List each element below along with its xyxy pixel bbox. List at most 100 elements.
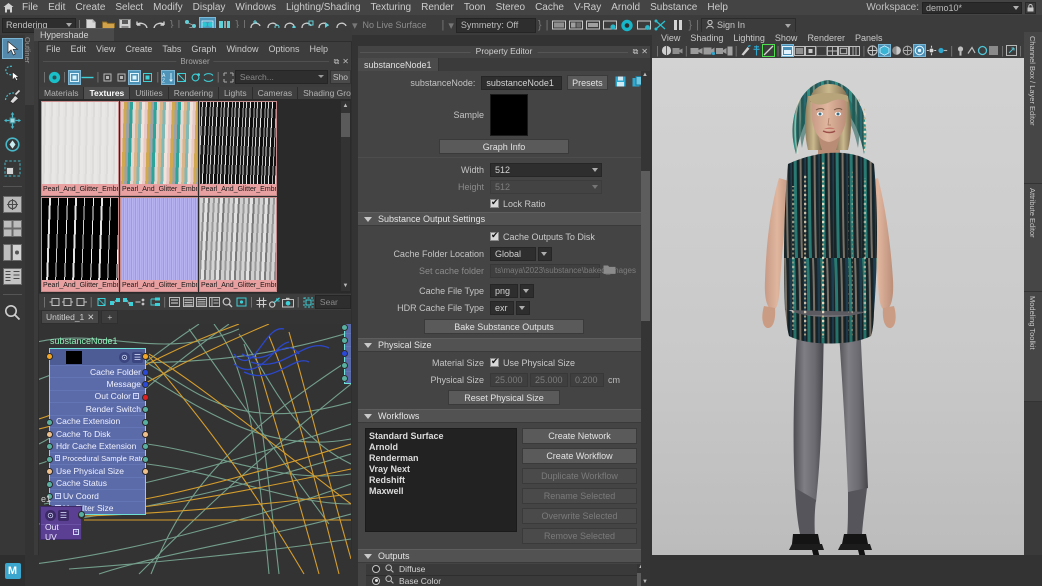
- close-icon[interactable]: ✕: [342, 57, 349, 67]
- node-row-uv-coord[interactable]: + Uv Coord: [50, 489, 145, 501]
- toggle-icon[interactable]: [652, 17, 669, 34]
- workflows-list[interactable]: Standard Surface Arnold Renderman Vray N…: [365, 428, 517, 532]
- node-port[interactable]: [46, 481, 53, 488]
- input-connections-icon[interactable]: [48, 295, 61, 310]
- expand-tree-icon[interactable]: [148, 295, 161, 310]
- menu-render[interactable]: Render: [416, 0, 459, 15]
- maya-m-icon[interactable]: M: [5, 563, 21, 579]
- viewport-canvas[interactable]: [652, 58, 1024, 555]
- film-gate-icon[interactable]: [977, 44, 988, 57]
- undock-icon[interactable]: ⧉: [633, 47, 639, 57]
- tab-attribute-editor[interactable]: Attribute Editor: [1024, 184, 1042, 292]
- set-cache-folder-input[interactable]: ts\maya\2023\substance\baked_images: [490, 264, 600, 278]
- select-camera-icon[interactable]: [661, 44, 672, 57]
- lights-icon[interactable]: [926, 44, 937, 57]
- symmetry-dropdown[interactable]: Symmetry: Off: [456, 18, 536, 33]
- screen-space-ao-icon[interactable]: [838, 44, 849, 57]
- frame-selected-icon[interactable]: [235, 295, 248, 310]
- hdr-cache-file-type-value[interactable]: exr: [490, 301, 514, 315]
- layout-two-pane[interactable]: [2, 242, 23, 263]
- output-row-base-color[interactable]: Base Color: [366, 576, 646, 586]
- input-connections-icon[interactable]: [101, 70, 114, 85]
- grease-pencil-icon[interactable]: [740, 44, 751, 57]
- create-workflow-button[interactable]: Create Workflow: [522, 448, 637, 464]
- node-tab[interactable]: substanceNode1: [358, 58, 439, 71]
- camera-attributes-icon[interactable]: [672, 44, 683, 57]
- property-editor-scroll-area[interactable]: substanceNode: substanceNode1 Presets Sa…: [358, 71, 650, 586]
- smooth-shade-icon[interactable]: [781, 44, 794, 57]
- node-port[interactable]: [341, 337, 348, 344]
- textured-icon[interactable]: [805, 44, 816, 57]
- property-editor-scrollbar[interactable]: ▲ ▼: [641, 71, 650, 586]
- texture-thumbnail[interactable]: Pearl_And_Glitter_Embroi...: [199, 101, 277, 196]
- signin-button[interactable]: Sign In: [701, 18, 796, 33]
- hs-menu-options[interactable]: Options: [263, 44, 304, 54]
- menu-help[interactable]: Help: [702, 0, 733, 15]
- hs-menu-help[interactable]: Help: [304, 44, 333, 54]
- pin-icon[interactable]: [135, 295, 148, 310]
- tab-shading-groups[interactable]: Shading Groups: [298, 87, 351, 99]
- ipr-render-icon[interactable]: [567, 17, 584, 34]
- vp-menu-panels[interactable]: Panels: [850, 33, 888, 43]
- view-transform-icon[interactable]: [955, 44, 966, 57]
- output-connections-icon[interactable]: [115, 70, 128, 85]
- cache-outputs-checkbox[interactable]: Cache Outputs To Disk: [490, 232, 595, 242]
- radio-off-icon[interactable]: [372, 565, 380, 573]
- remove-selected-icon[interactable]: [121, 295, 134, 310]
- undock-icon[interactable]: ⧉: [334, 57, 340, 67]
- list-item[interactable]: Arnold: [366, 442, 516, 453]
- tab-rendering[interactable]: Rendering: [169, 87, 219, 99]
- cache-folder-location-dropdown[interactable]: Global: [490, 247, 536, 261]
- checkbox-checked-icon[interactable]: [490, 358, 499, 367]
- render-view-icon[interactable]: [618, 17, 635, 34]
- node-row-cache-extension[interactable]: Cache Extension: [50, 415, 145, 427]
- grid-icon[interactable]: [255, 295, 268, 310]
- physical-size-y[interactable]: 25.000: [530, 373, 568, 387]
- menu-create[interactable]: Create: [70, 0, 110, 15]
- menu-arnold[interactable]: Arnold: [606, 0, 645, 15]
- cache-file-type-value[interactable]: png: [490, 284, 518, 298]
- checkbox-checked-icon[interactable]: [490, 232, 499, 241]
- expand-icon[interactable]: +: [55, 493, 61, 499]
- hs-menu-create[interactable]: Create: [120, 44, 157, 54]
- save-preset-icon[interactable]: [615, 76, 626, 90]
- remove-unused-icon[interactable]: [175, 70, 188, 85]
- node-port[interactable]: [46, 419, 53, 426]
- grid-toggle-icon[interactable]: [966, 44, 977, 57]
- menu-edit[interactable]: Edit: [43, 0, 70, 15]
- node-row[interactable]: Substan: [345, 346, 351, 358]
- folder-icon[interactable]: [603, 264, 616, 278]
- move-tool[interactable]: [2, 110, 23, 131]
- node-port[interactable]: [341, 375, 348, 382]
- lasso-select-tool[interactable]: [2, 62, 23, 83]
- output-connections-icon[interactable]: [74, 295, 87, 310]
- tab-channel-box-layer-editor[interactable]: Channel Box / Layer Editor: [1024, 32, 1042, 184]
- pick-walk-icon[interactable]: [268, 295, 281, 310]
- checkbox-checked-icon[interactable]: [490, 199, 499, 208]
- list-item[interactable]: Standard Surface: [366, 431, 516, 442]
- hypershade-title-tab[interactable]: Hypershade: [34, 28, 114, 41]
- node-row-out-uv[interactable]: Out UV +: [41, 524, 81, 539]
- node-header[interactable]: ⊙ ☰: [50, 349, 145, 365]
- node-row[interactable]: Hdr Ca: [345, 324, 351, 333]
- physical-size-z[interactable]: 0.200: [570, 373, 604, 387]
- rotate-tool[interactable]: [2, 134, 23, 155]
- scale-tool[interactable]: [2, 158, 23, 179]
- exposure-icon[interactable]: [913, 44, 926, 57]
- toggle-icon[interactable]: [302, 295, 315, 310]
- display-render-settings-icon[interactable]: [635, 17, 652, 34]
- list-item[interactable]: Vray Next: [366, 464, 516, 475]
- scroll-down-arrow[interactable]: ▼: [642, 579, 648, 585]
- node-row-cache-folder[interactable]: Cache Folder: [50, 365, 145, 377]
- layout-single-pane[interactable]: [2, 194, 23, 215]
- motion-blur-icon[interactable]: [849, 44, 860, 57]
- sample-swatch[interactable]: [490, 94, 528, 136]
- node-port[interactable]: [46, 456, 53, 463]
- hs-menu-window[interactable]: Window: [221, 44, 263, 54]
- node-port[interactable]: [46, 443, 53, 450]
- wireframe-icon[interactable]: [762, 44, 775, 57]
- tab-lights[interactable]: Lights: [219, 87, 253, 99]
- texture-thumbnail[interactable]: Pearl_And_Glitter_Embroi...: [41, 197, 119, 292]
- resolution-gate-icon[interactable]: [988, 44, 999, 57]
- rearrange-graph-icon[interactable]: [81, 70, 94, 85]
